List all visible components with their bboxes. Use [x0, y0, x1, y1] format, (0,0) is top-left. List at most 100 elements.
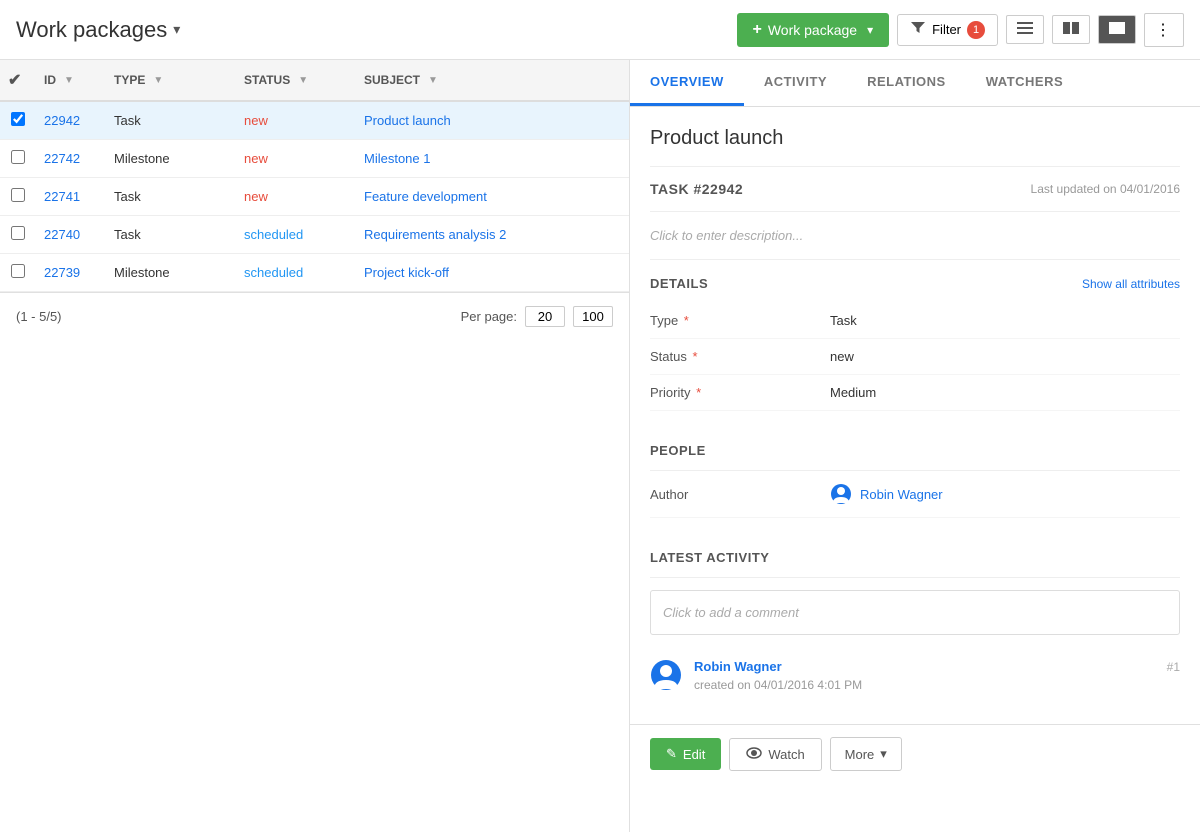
row-type-value: Milestone	[114, 265, 170, 280]
tab-watchers[interactable]: WATCHERS	[966, 60, 1083, 106]
table-header-row: ✔ ID ▼ TYPE ▼	[0, 60, 629, 101]
new-wp-label: Work package	[768, 22, 857, 38]
watch-button[interactable]: Watch	[729, 738, 821, 771]
tab-activity[interactable]: ACTIVITY	[744, 60, 847, 106]
id-column-header[interactable]: ID ▼	[36, 60, 106, 101]
status-sort[interactable]: STATUS ▼	[244, 73, 348, 87]
row-subject-cell: Feature development	[356, 178, 629, 216]
row-subject-link[interactable]: Product launch	[364, 113, 451, 128]
more-arrow-icon: ▾	[880, 746, 887, 762]
table-row[interactable]: 22741 Task new Feature development	[0, 178, 629, 216]
row-status-cell: new	[236, 101, 356, 140]
task-meta-row: TASK #22942 Last updated on 04/01/2016	[650, 167, 1180, 212]
view-full-button[interactable]	[1098, 15, 1136, 44]
details-section-header: DETAILS Show all attributes	[650, 260, 1180, 303]
row-id-cell: 22740	[36, 216, 106, 254]
check-all-header[interactable]: ✔	[0, 60, 36, 101]
table-row[interactable]: 22739 Milestone scheduled Project kick-o…	[0, 254, 629, 292]
type-column-header[interactable]: TYPE ▼	[106, 60, 236, 101]
action-bar: ✎ Edit Watch More ▾	[630, 724, 1200, 783]
per-page-100-input[interactable]	[573, 306, 613, 327]
row-checkbox[interactable]	[11, 188, 25, 202]
type-field-value[interactable]: Task	[830, 313, 857, 328]
subject-column-header[interactable]: SUBJECT ▼	[356, 60, 629, 101]
row-type-value: Task	[114, 227, 141, 242]
activity-username[interactable]: Robin Wagner	[694, 659, 782, 674]
show-all-attributes-link[interactable]: Show all attributes	[1082, 277, 1180, 291]
full-view-icon	[1109, 22, 1125, 37]
split-view-icon	[1063, 22, 1079, 37]
view-list-button[interactable]	[1006, 15, 1044, 44]
priority-field-row: Priority * Medium	[650, 375, 1180, 411]
row-id-link[interactable]: 22739	[44, 265, 80, 280]
more-label: More	[845, 747, 875, 762]
new-work-package-button[interactable]: + Work package ▾	[737, 13, 890, 47]
row-checkbox[interactable]	[11, 226, 25, 240]
list-view-icon	[1017, 22, 1033, 37]
row-status-value: scheduled	[244, 227, 303, 242]
filter-label: Filter	[932, 22, 961, 37]
table-footer: (1 - 5/5) Per page:	[0, 292, 629, 340]
row-checkbox-cell[interactable]	[0, 178, 36, 216]
task-id: TASK #22942	[650, 181, 743, 197]
title-dropdown-icon[interactable]: ▾	[173, 21, 180, 38]
status-field-value[interactable]: new	[830, 349, 854, 364]
activity-body: Robin Wagner #1 created on 04/01/2016 4:…	[694, 659, 1180, 692]
row-checkbox-cell[interactable]	[0, 101, 36, 140]
row-id-link[interactable]: 22740	[44, 227, 80, 242]
watch-label: Watch	[768, 747, 804, 762]
status-label: STATUS	[244, 73, 290, 87]
row-id-link[interactable]: 22742	[44, 151, 80, 166]
pagination-range: (1 - 5/5)	[16, 309, 62, 324]
row-status-cell: scheduled	[236, 216, 356, 254]
row-status-value: new	[244, 189, 268, 204]
more-actions-button[interactable]: ⋮	[1144, 13, 1184, 47]
row-checkbox[interactable]	[11, 264, 25, 278]
type-field-label: Type *	[650, 313, 830, 328]
type-sort[interactable]: TYPE ▼	[114, 73, 228, 87]
per-page-20-input[interactable]	[525, 306, 565, 327]
row-id-cell: 22741	[36, 178, 106, 216]
activity-avatar-icon	[650, 659, 682, 691]
row-checkbox-cell[interactable]	[0, 216, 36, 254]
row-checkbox[interactable]	[11, 112, 25, 126]
table-body: 22942 Task new Product launch 22742 Mile…	[0, 101, 629, 292]
table-row[interactable]: 22740 Task scheduled Requirements analys…	[0, 216, 629, 254]
author-name[interactable]: Robin Wagner	[860, 487, 943, 502]
row-status-value: new	[244, 113, 268, 128]
row-checkbox[interactable]	[11, 150, 25, 164]
row-id-cell: 22742	[36, 140, 106, 178]
more-button[interactable]: More ▾	[830, 737, 902, 771]
row-id-link[interactable]: 22942	[44, 113, 80, 128]
row-status-value: new	[244, 151, 268, 166]
check-all-checkmark[interactable]: ✔	[8, 72, 21, 89]
row-checkbox-cell[interactable]	[0, 254, 36, 292]
comment-input[interactable]: Click to add a comment	[650, 590, 1180, 635]
filter-button[interactable]: Filter 1	[897, 14, 998, 46]
status-column-header[interactable]: STATUS ▼	[236, 60, 356, 101]
description-area[interactable]: Click to enter description...	[650, 212, 1180, 260]
table-row[interactable]: 22942 Task new Product launch	[0, 101, 629, 140]
filter-count-badge: 1	[967, 21, 985, 39]
edit-button[interactable]: ✎ Edit	[650, 738, 721, 770]
priority-field-value[interactable]: Medium	[830, 385, 876, 400]
tab-overview[interactable]: OVERVIEW	[630, 60, 744, 106]
row-subject-link[interactable]: Feature development	[364, 189, 487, 204]
row-checkbox-cell[interactable]	[0, 140, 36, 178]
subject-sort[interactable]: SUBJECT ▼	[364, 73, 621, 87]
row-status-cell: new	[236, 140, 356, 178]
tab-relations[interactable]: RELATIONS	[847, 60, 966, 106]
id-sort[interactable]: ID ▼	[44, 73, 98, 87]
row-subject-link[interactable]: Requirements analysis 2	[364, 227, 506, 242]
activity-entry: Robin Wagner #1 created on 04/01/2016 4:…	[650, 647, 1180, 704]
table-row[interactable]: 22742 Milestone new Milestone 1	[0, 140, 629, 178]
activity-section-title: LATEST ACTIVITY	[650, 550, 769, 565]
row-type-value: Milestone	[114, 151, 170, 166]
work-packages-table: ✔ ID ▼ TYPE ▼	[0, 60, 629, 292]
type-field-row: Type * Task	[650, 303, 1180, 339]
row-id-link[interactable]: 22741	[44, 189, 80, 204]
view-split-button[interactable]	[1052, 15, 1090, 44]
priority-required-marker: *	[696, 385, 701, 400]
row-subject-link[interactable]: Project kick-off	[364, 265, 449, 280]
row-subject-link[interactable]: Milestone 1	[364, 151, 430, 166]
